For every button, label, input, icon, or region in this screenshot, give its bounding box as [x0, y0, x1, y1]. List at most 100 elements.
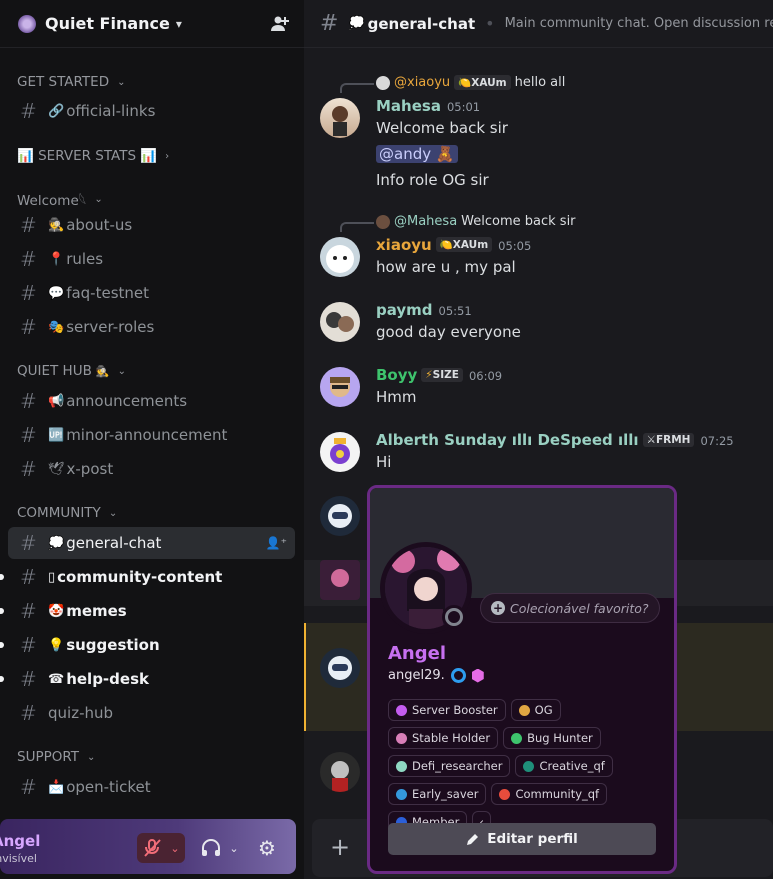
add-member-icon[interactable] — [270, 14, 290, 34]
chevron-down-icon: ⌄ — [108, 507, 118, 519]
invite-icon[interactable]: 👤⁺ — [266, 536, 287, 550]
message-author[interactable]: paymd 05:51 — [376, 301, 472, 319]
chevron-down-icon: ⌄ — [170, 841, 180, 855]
channel-faq-testnet[interactable]: # 💬 faq-testnet — [8, 277, 295, 309]
channel-memes[interactable]: # 🤡 memes — [0, 595, 295, 627]
deafen-button[interactable]: ⌄ — [198, 833, 242, 863]
message-timestamp: 07:25 — [700, 434, 734, 448]
role-chip[interactable]: Community_qf — [491, 783, 608, 805]
channel-minor-announcement[interactable]: # 🆙 minor-announcement — [8, 419, 295, 451]
edit-profile-button[interactable]: Editar perfil — [388, 823, 656, 855]
mute-mic-button[interactable]: ⌄ — [137, 833, 185, 863]
chevron-down-icon: ⌄ — [87, 751, 96, 763]
category-server-stats[interactable]: 📊 SERVER STATS 📊 › — [17, 148, 169, 164]
favorite-collectible-button[interactable]: + Colecionável favorito? — [480, 593, 660, 623]
avatar[interactable] — [320, 367, 360, 407]
channel-open-ticket[interactable]: # 📩 open-ticket — [8, 771, 295, 803]
server-icon — [18, 14, 36, 33]
message-timestamp: 05:51 — [438, 304, 472, 318]
channel-quiz-hub[interactable]: # quiz-hub — [8, 697, 295, 729]
category-get-started[interactable]: GET STARTED ⌄ — [17, 74, 126, 90]
muted-mic-icon — [144, 839, 162, 857]
chevron-right-icon: › — [165, 150, 170, 162]
avatar-art — [330, 377, 350, 397]
channel-server-roles[interactable]: # 🎭 server-roles — [8, 311, 295, 343]
unread-dot — [0, 642, 4, 648]
channel-help-desk[interactable]: # ☎ help-desk — [0, 663, 295, 695]
role-chip[interactable]: Defi_researcher — [388, 755, 511, 777]
message-author[interactable]: Alberth Sunday ıllı DeSpeed ıllı ⚔ FRMH 07:… — [376, 431, 734, 449]
chevron-down-icon: ⌄ — [94, 193, 103, 205]
avatar-art — [328, 656, 352, 680]
role-chip[interactable]: Bug Hunter — [503, 727, 601, 749]
box-icon: ▯ — [48, 569, 56, 585]
server-header[interactable]: Quiet Finance ▾ — [0, 0, 304, 48]
profile-username-row: angel29. — [388, 668, 484, 683]
channel-label: help-desk — [66, 670, 149, 688]
avatar[interactable] — [320, 237, 360, 277]
role-chip[interactable]: OG — [510, 699, 561, 721]
profile-username[interactable]: angel29. — [388, 668, 445, 683]
channel-sidebar: Quiet Finance ▾ GET STARTED ⌄ # 🔗 official-… — [0, 0, 304, 879]
role-chip[interactable]: Creative_qf — [515, 755, 613, 777]
channel-topic[interactable]: Main community chat. Open discussion rel… — [505, 16, 773, 31]
category-welcome[interactable]: Welcome𓆩 ⌄ — [17, 188, 103, 210]
channel-label: about-us — [66, 216, 133, 234]
hash-icon: # — [20, 315, 37, 339]
role-color-dot — [511, 732, 523, 744]
clown-icon: 🤡 — [48, 603, 65, 619]
message-author[interactable]: xiaoyu 🍋 XAUm 05:05 — [376, 236, 531, 254]
user-panel[interactable]: Angel Invisível ⌄ ⌄ ⚙ — [0, 819, 296, 874]
boost-badge-icon[interactable] — [471, 668, 484, 683]
plus-icon[interactable]: + — [330, 833, 350, 861]
avatar — [376, 75, 390, 90]
avatar[interactable] — [320, 98, 360, 138]
role-chip[interactable]: Stable Holder — [388, 727, 499, 749]
category-support[interactable]: SUPPORT ⌄ — [17, 749, 95, 765]
category-quiet-hub[interactable]: QUIET HUB 🕵 ⌄ — [17, 363, 126, 379]
role-name: Defi_researcher — [412, 759, 503, 773]
role-chip[interactable]: Server Booster — [388, 699, 506, 721]
category-community[interactable]: COMMUNITY ⌄ — [17, 505, 117, 521]
channel-label: faq-testnet — [66, 284, 150, 302]
channel-official-links[interactable]: # 🔗 official-links — [8, 95, 295, 127]
hash-icon: # — [20, 599, 37, 623]
avatar[interactable] — [320, 302, 360, 342]
channel-general-chat[interactable]: # 💭 general-chat 👤⁺ — [8, 527, 295, 559]
author-name: xiaoyu — [376, 236, 432, 254]
message-author[interactable]: Mahesa 05:01 — [376, 97, 480, 115]
channel-label: rules — [66, 250, 104, 268]
role-chip[interactable]: Early_saver — [388, 783, 487, 805]
avatar[interactable] — [320, 432, 360, 472]
status-indicator — [442, 605, 466, 629]
user-mention[interactable]: @andy 🧸 — [376, 145, 458, 163]
avatar-art — [331, 761, 349, 792]
separator-dot: • — [485, 14, 495, 33]
server-name: Quiet Finance — [45, 14, 170, 33]
channel-title: general-chat — [367, 14, 476, 33]
swords-icon: ⚔ — [646, 434, 656, 446]
chevron-down-icon: ⌄ — [117, 76, 126, 88]
channel-community-content[interactable]: # ▯ community-content — [0, 561, 295, 593]
avatar[interactable] — [320, 496, 360, 536]
profile-display-name: Angel — [388, 643, 447, 664]
avatar[interactable] — [320, 560, 360, 600]
channel-rules[interactable]: # 📍 rules — [8, 243, 295, 275]
nitro-badge-icon[interactable] — [450, 668, 466, 683]
category-label: SUPPORT — [17, 749, 80, 765]
reply-preview[interactable]: @Mahesa Welcome back sir — [376, 214, 576, 229]
edit-profile-label: Editar perfil — [487, 831, 578, 847]
channel-announcements[interactable]: # 📢 announcements — [8, 385, 295, 417]
avatar[interactable] — [320, 648, 360, 688]
channel-x-post[interactable]: # 🕊 x-post — [8, 453, 295, 485]
message-author[interactable]: Boyy ⚡ SIZE 06:09 — [376, 366, 502, 384]
guild-tag-label: XAUm — [471, 76, 507, 89]
avatar[interactable] — [320, 752, 360, 792]
settings-button[interactable]: ⚙ — [252, 833, 282, 863]
reply-connector — [340, 222, 374, 232]
hash-icon: # — [20, 247, 37, 271]
favorite-collectible-label: Colecionável favorito? — [510, 600, 649, 616]
channel-about-us[interactable]: # 🕵 about-us — [8, 209, 295, 241]
channel-suggestion[interactable]: # 💡 suggestion — [0, 629, 295, 661]
reply-preview[interactable]: @xiaoyu 🍋 XAUm hello all — [376, 75, 565, 90]
